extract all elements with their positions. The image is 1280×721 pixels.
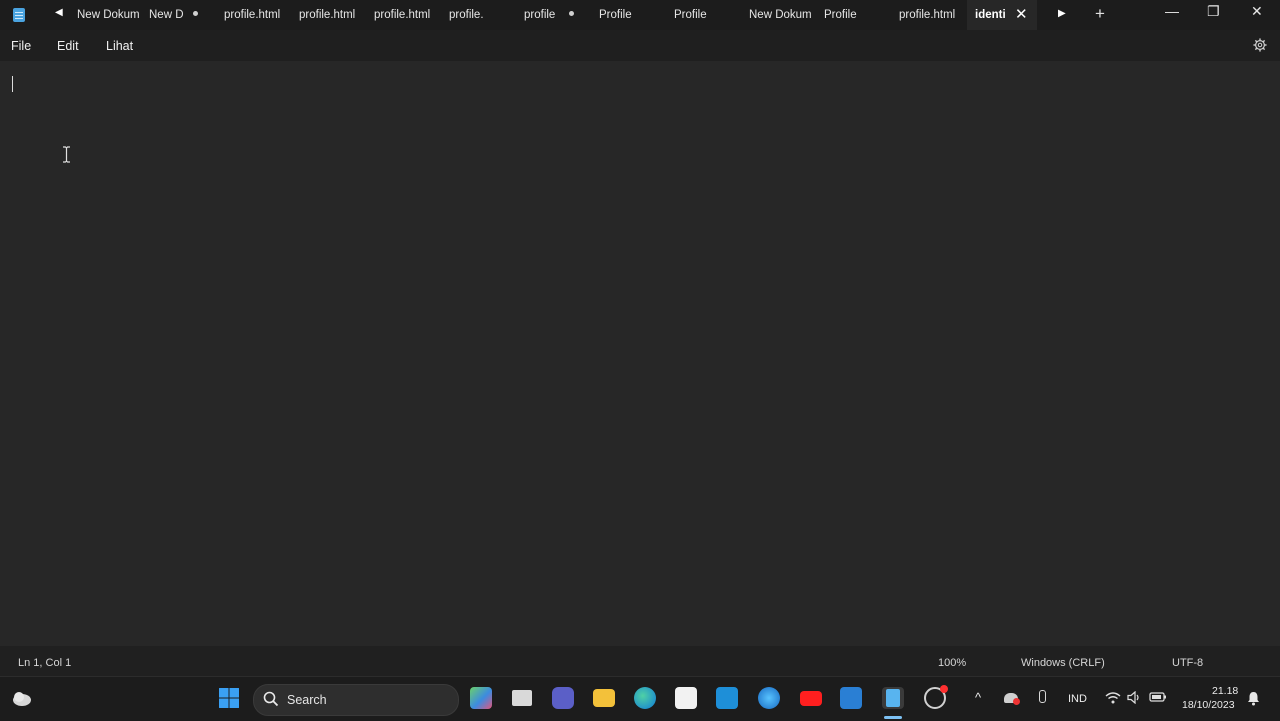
plus-icon[interactable]: + [1095, 4, 1105, 24]
tab[interactable]: Profile [674, 0, 736, 30]
battery-icon[interactable] [1149, 691, 1167, 703]
tab[interactable]: Profile [824, 0, 886, 30]
status-bar: Ln 1, Col 1 100% Windows (CRLF) UTF-8 [0, 646, 1280, 676]
teams-icon[interactable] [552, 687, 574, 709]
tab[interactable]: profile.html [374, 0, 438, 30]
search-label: Search [287, 693, 327, 707]
menu-edit[interactable]: Edit [57, 39, 79, 53]
text-editor-area[interactable] [0, 61, 1280, 646]
volume-icon[interactable] [1127, 691, 1142, 704]
edge-icon[interactable] [634, 687, 656, 709]
tab[interactable]: Profile [599, 0, 661, 30]
cursor-position: Ln 1, Col 1 [18, 657, 72, 669]
browser-icon[interactable] [758, 687, 780, 709]
windows-start-icon[interactable] [218, 687, 240, 709]
unsaved-dot-icon [569, 11, 575, 17]
encoding: UTF-8 [1172, 657, 1204, 669]
ibeam-cursor-icon [63, 146, 70, 163]
copilot-icon[interactable] [470, 687, 492, 709]
bell-icon[interactable] [1247, 691, 1260, 706]
tab-label: profile [524, 9, 556, 21]
caret-right-icon[interactable]: ▶ [1058, 8, 1066, 19]
zoom-level: 100% [938, 657, 967, 669]
maximize-button[interactable]: ❐ [1207, 3, 1220, 20]
tab[interactable]: New D [149, 0, 211, 30]
tab[interactable]: profile [524, 0, 586, 30]
clock-date[interactable]: 18/10/2023 [1182, 699, 1235, 711]
notepad-app-icon [13, 8, 25, 22]
tab-label: New D [149, 9, 184, 21]
tab-label: New Dokum [77, 9, 139, 21]
notepad-taskbar-icon[interactable] [882, 687, 904, 709]
tab[interactable]: New Dokum [749, 0, 815, 30]
tab-label: Profile [599, 9, 632, 21]
text-caret [12, 76, 13, 92]
unsaved-dot-icon [192, 11, 198, 17]
gear-icon[interactable] [1253, 38, 1267, 52]
weather-cloud-icon[interactable] [10, 689, 32, 707]
chevron-up-icon[interactable]: ^ [975, 690, 981, 705]
minimize-button[interactable]: — [1165, 3, 1179, 19]
taskbar-search[interactable]: Search [253, 684, 459, 716]
line-ending: Windows (CRLF) [1021, 657, 1105, 669]
tab-label: profile.html [899, 9, 956, 21]
wifi-icon[interactable] [1105, 691, 1121, 704]
tab[interactable]: profile.html [299, 0, 363, 30]
youtube-icon[interactable] [800, 691, 822, 706]
active-app-indicator [884, 716, 902, 719]
tab[interactable]: profile.html [899, 0, 963, 30]
mail-icon[interactable] [716, 687, 738, 709]
store-icon[interactable] [675, 687, 697, 709]
taskbar: Search ^ IND 21.18 18/10/2023 [0, 676, 1280, 721]
tab-label: profile.html [374, 9, 431, 21]
close-window-button[interactable]: ✕ [1251, 3, 1263, 20]
tab-label: Profile [824, 9, 857, 21]
close-icon[interactable]: ✕ [1015, 5, 1028, 23]
tab-label: Profile [674, 9, 707, 21]
notepad-window: ◀ New Dokum New D profile.html profile.h… [0, 0, 1280, 676]
microphone-icon[interactable] [1039, 690, 1046, 703]
title-bar: ◀ New Dokum New D profile.html profile.h… [0, 0, 1280, 30]
clock-time[interactable]: 21.18 [1212, 685, 1238, 697]
menu-view[interactable]: Lihat [106, 39, 133, 53]
tab-label: profile. [449, 9, 484, 21]
tab[interactable]: New Dokum [77, 0, 139, 30]
language-indicator[interactable]: IND [1068, 693, 1087, 705]
file-explorer-icon[interactable] [593, 689, 615, 707]
tab-label: New Dokum [749, 9, 812, 21]
photos-icon[interactable] [840, 687, 862, 709]
tab[interactable]: profile. [449, 0, 509, 30]
caret-left-icon[interactable]: ◀ [55, 7, 63, 18]
notification-badge [940, 685, 948, 693]
tab-label: profile.html [299, 9, 356, 21]
tab-label: profile.html [224, 9, 281, 21]
error-badge [1013, 698, 1020, 705]
tab[interactable]: profile.html [224, 0, 288, 30]
tab-label: identi [975, 9, 1006, 21]
menu-file[interactable]: File [11, 39, 31, 53]
search-icon [263, 691, 279, 707]
menu-bar: File Edit Lihat [0, 30, 1280, 61]
task-view-icon[interactable] [512, 690, 532, 706]
